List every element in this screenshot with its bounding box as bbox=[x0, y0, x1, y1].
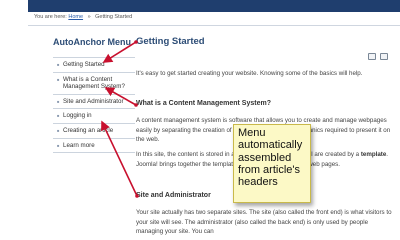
menu-item-label: Creating an article bbox=[63, 126, 114, 134]
section-heading-site-admin: Site and Administrator bbox=[136, 192, 211, 199]
breadcrumb-prefix: You are here: bbox=[34, 14, 67, 20]
breadcrumb: You are here: Home » Getting Started bbox=[34, 14, 132, 20]
email-icon[interactable] bbox=[380, 53, 388, 60]
menu-item-getting-started[interactable]: ■ Getting Started bbox=[53, 58, 135, 73]
menu-item-logging-in[interactable]: ■ Logging in bbox=[53, 109, 135, 124]
print-icon[interactable] bbox=[368, 53, 376, 60]
breadcrumb-home-link[interactable]: Home bbox=[68, 14, 83, 20]
annotation-callout: Menu automatically assembled from articl… bbox=[233, 124, 311, 203]
template-term: template bbox=[360, 151, 387, 158]
menu-item-site-admin[interactable]: ■ Site and Administrator bbox=[53, 95, 135, 110]
site-admin-paragraph: Your site actually has two separate site… bbox=[136, 209, 392, 236]
breadcrumb-current: Getting Started bbox=[95, 14, 133, 20]
section-heading-cms: What is a Content Management System? bbox=[136, 100, 271, 107]
menu-item-label: Logging in bbox=[63, 112, 92, 120]
article-tools bbox=[368, 53, 388, 60]
site-header-bar bbox=[28, 0, 400, 12]
sidebar-menu: ■ Getting Started ■ What is a Content Ma… bbox=[53, 57, 135, 154]
page-title: Getting Started bbox=[136, 36, 205, 47]
sidebar-title: AutoAnchor Menu bbox=[53, 37, 131, 47]
menu-item-label: Site and Administrator bbox=[63, 97, 124, 105]
menu-item-creating-article[interactable]: ■ Creating an article bbox=[53, 124, 135, 139]
menu-item-learn-more[interactable]: ■ Learn more bbox=[53, 139, 135, 154]
article: Getting Started It's easy to get started… bbox=[136, 36, 396, 235]
header-divider bbox=[28, 25, 400, 26]
intro-paragraph: It's easy to get started creating your w… bbox=[136, 70, 363, 77]
menu-item-label: Learn more bbox=[63, 141, 95, 149]
menu-item-label: What is a Content Management System? bbox=[63, 75, 125, 91]
breadcrumb-separator: » bbox=[87, 14, 91, 20]
menu-item-label: Getting Started bbox=[63, 61, 105, 68]
menu-item-cms[interactable]: ■ What is a Content Management System? bbox=[53, 73, 135, 95]
sidebar: AutoAnchor Menu ■ Getting Started ■ What… bbox=[53, 36, 135, 154]
